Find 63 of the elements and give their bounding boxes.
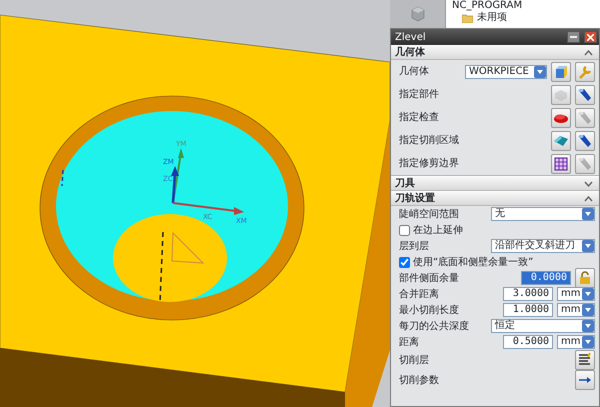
dropdown[interactable]: mm — [557, 287, 595, 301]
arrow-button[interactable] — [575, 370, 595, 390]
dropdown[interactable]: WORKPIECE — [465, 64, 547, 78]
field-label: 指定修剪边界 — [399, 156, 459, 171]
list-button[interactable] — [575, 350, 595, 370]
checkbox[interactable] — [399, 224, 410, 236]
cube-button[interactable] — [551, 62, 571, 82]
section-header[interactable]: 刀轨设置 — [391, 191, 599, 206]
block-button[interactable] — [551, 108, 571, 128]
section-header[interactable]: 刀具 — [391, 176, 599, 191]
dropdown[interactable]: 无 — [491, 207, 595, 221]
number-field[interactable]: 3.0000 — [503, 287, 553, 301]
collapse-icon — [584, 196, 593, 202]
section-header[interactable]: 几何体 — [391, 45, 599, 60]
close-icon — [587, 34, 594, 40]
collapse-icon — [584, 50, 593, 56]
checkbox-label: 使用“底面和侧壁余量一致” — [413, 256, 534, 270]
surface-button[interactable] — [551, 130, 571, 150]
dropdown[interactable]: 沿部件交叉斜进刀 — [491, 239, 595, 253]
field-label: 几何体 — [399, 65, 429, 79]
minimize-icon — [570, 36, 577, 38]
number-field[interactable]: 0.0000 — [521, 271, 571, 285]
field-label: 切削参数 — [399, 374, 439, 388]
field-label: 最小切削长度 — [399, 304, 459, 318]
dropdown[interactable]: mm — [557, 303, 595, 317]
dashed-line — [159, 232, 164, 302]
cube-icon — [553, 64, 569, 80]
window-title: Zlevel — [395, 30, 426, 44]
flashlight-icon — [577, 110, 593, 126]
field-label: 层到层 — [399, 240, 429, 254]
lock-icon — [577, 270, 593, 286]
field-label: 指定检查 — [399, 110, 439, 125]
triangle-marker — [171, 232, 204, 264]
flashlight-icon — [577, 156, 593, 172]
number-field[interactable]: 1.0000 — [503, 303, 553, 317]
field-label: 距离 — [399, 336, 419, 350]
flashlight-icon — [577, 132, 593, 148]
field-label: 合并距离 — [399, 288, 439, 302]
number-field[interactable]: 0.5000 — [503, 335, 553, 349]
tree-item[interactable]: 未用项 — [477, 12, 507, 24]
lock-button[interactable] — [575, 268, 595, 288]
folder-icon — [462, 14, 473, 22]
checkbox-label: 在边上延伸 — [413, 224, 463, 238]
field-label: 陡峭空间范围 — [399, 208, 459, 222]
field-label: 指定部件 — [399, 88, 439, 102]
dashed-line — [61, 170, 64, 186]
flashlight-button[interactable] — [575, 130, 595, 150]
minimize-button[interactable] — [567, 31, 580, 43]
dropdown[interactable]: 恒定 — [491, 319, 595, 333]
expand-icon — [584, 180, 593, 186]
field-label: 每刀的公共深度 — [399, 320, 469, 334]
field-label: 指定切削区域 — [399, 134, 459, 148]
wrench-icon — [577, 64, 593, 80]
flashlight-icon — [577, 86, 593, 102]
tree-item[interactable]: NC_PROGRAM — [452, 0, 522, 12]
checkbox[interactable] — [399, 256, 410, 268]
grid-icon — [553, 156, 569, 172]
close-button[interactable] — [584, 31, 597, 43]
dropdown[interactable]: mm — [557, 335, 595, 349]
grid-button[interactable] — [551, 154, 571, 174]
field-label: 部件侧面余量 — [399, 272, 459, 286]
field-label: 切削层 — [399, 354, 429, 368]
flashlight-button[interactable] — [575, 84, 595, 104]
